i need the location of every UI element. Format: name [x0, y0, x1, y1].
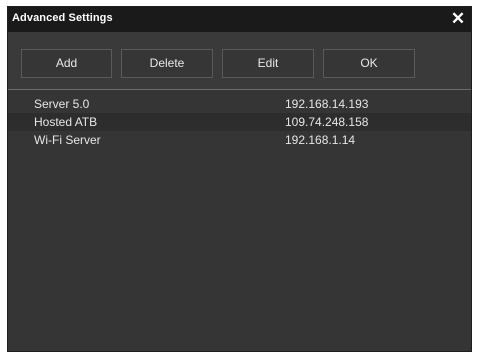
edit-button[interactable]: Edit: [222, 49, 314, 78]
close-icon[interactable]: ✕: [449, 9, 467, 29]
dialog-title: Advanced Settings: [12, 12, 113, 24]
title-bar: Advanced Settings ✕: [8, 7, 471, 32]
server-row[interactable]: Hosted ATB 109.74.248.158: [8, 113, 471, 131]
server-row[interactable]: Wi-Fi Server 192.168.1.14: [8, 131, 471, 149]
server-address: 109.74.248.158: [285, 115, 369, 129]
server-name: Server 5.0: [34, 97, 90, 111]
server-row[interactable]: Server 5.0 192.168.14.193: [8, 95, 471, 113]
server-name: Hosted ATB: [34, 115, 98, 129]
advanced-settings-dialog: Advanced Settings ✕ Add Delete Edit OK S…: [7, 6, 472, 352]
server-address: 192.168.1.14: [285, 133, 356, 147]
server-list: Server 5.0 192.168.14.193 Hosted ATB 109…: [8, 95, 471, 149]
ok-button[interactable]: OK: [323, 49, 415, 78]
add-button[interactable]: Add: [21, 49, 112, 78]
server-name: Wi-Fi Server: [34, 133, 101, 147]
server-address: 192.168.14.193: [285, 97, 369, 111]
toolbar: Add Delete Edit OK: [8, 32, 471, 90]
delete-button[interactable]: Delete: [121, 49, 213, 78]
